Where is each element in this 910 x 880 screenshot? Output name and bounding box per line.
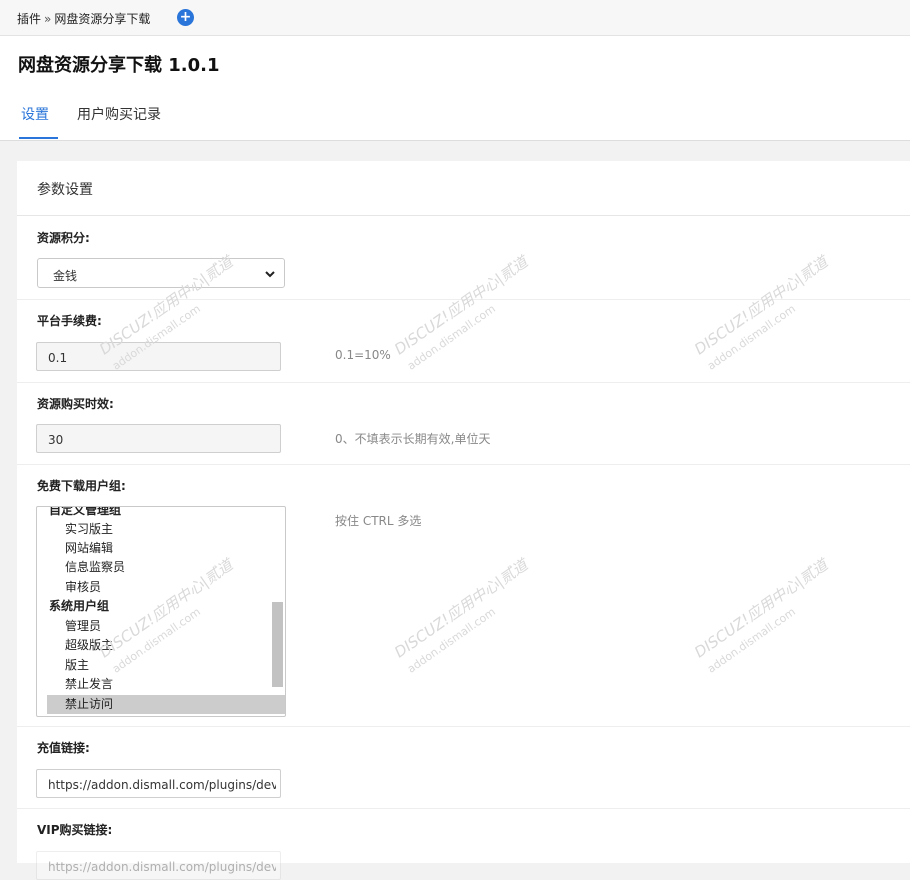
option-item-selected[interactable]: 禁止访问 <box>47 695 285 714</box>
active-tab-indicator <box>19 137 58 139</box>
option-item[interactable]: 审核员 <box>37 578 285 597</box>
panel-title: 参数设置 <box>37 182 93 198</box>
vip-link-label: VIP购买链接: <box>37 823 113 837</box>
option-item[interactable]: 超级版主 <box>37 636 285 655</box>
recharge-link-input[interactable]: https://addon.dismall.com/plugins/dev <box>36 769 281 798</box>
option-item[interactable]: 网站编辑 <box>37 539 285 558</box>
platform-fee-value: 0.1 <box>48 351 68 365</box>
purchase-validity-label: 资源购买时效: <box>37 397 114 411</box>
tab-settings[interactable]: 设置 <box>21 104 49 124</box>
option-item[interactable]: 信息监察员 <box>37 558 285 577</box>
row-divider <box>17 299 910 300</box>
settings-panel: 参数设置 资源积分: 金钱 平台手续费: 0.1 0.1=10% 资源购买时效:… <box>17 161 910 880</box>
page-title: 网盘资源分享下载 1.0.1 <box>18 55 220 76</box>
tab-purchase-records[interactable]: 用户购买记录 <box>77 104 161 124</box>
breadcrumb-separator: » <box>44 12 52 26</box>
breadcrumb-current: 网盘资源分享下载 <box>54 12 151 26</box>
chevron-down-icon <box>265 271 275 278</box>
user-group-multiselect[interactable]: 自定义管理组 实习版主 网站编辑 信息监察员 审核员 系统用户组 管理员 超级版… <box>36 506 286 717</box>
option-group: 自定义管理组 <box>49 506 122 517</box>
page-header: 网盘资源分享下载 1.0.1 设置 用户购买记录 <box>0 36 910 141</box>
resource-points-label: 资源积分: <box>37 231 90 245</box>
vip-link-value: https://addon.dismall.com/plugins/dev <box>48 860 276 874</box>
row-divider <box>17 382 910 383</box>
option-item[interactable]: 禁止发言 <box>37 675 285 694</box>
platform-fee-label: 平台手续费: <box>37 314 102 328</box>
purchase-validity-value: 30 <box>48 433 64 447</box>
option-item[interactable]: 版主 <box>37 656 285 675</box>
vip-link-input[interactable]: https://addon.dismall.com/plugins/dev <box>36 851 281 880</box>
option-item[interactable]: 实习版主 <box>37 520 285 539</box>
free-groups-label: 免费下载用户组: <box>37 479 126 493</box>
purchase-validity-input[interactable]: 30 <box>36 424 281 453</box>
option-item[interactable]: 管理员 <box>37 617 285 636</box>
breadcrumb-root[interactable]: 插件 <box>17 12 41 26</box>
option-group: 系统用户组 <box>49 599 110 613</box>
top-bar: 插件» 网盘资源分享下载 + <box>0 0 910 36</box>
free-groups-hint: 按住 CTRL 多选 <box>335 514 422 528</box>
row-divider <box>17 464 910 465</box>
row-divider <box>17 808 910 809</box>
resource-points-select[interactable]: 金钱 <box>37 258 285 288</box>
panel-header: 参数设置 <box>17 161 910 216</box>
platform-fee-input[interactable]: 0.1 <box>36 342 281 371</box>
add-plus-icon[interactable]: + <box>177 9 194 26</box>
recharge-link-label: 充值链接: <box>37 741 90 755</box>
row-divider <box>17 726 910 727</box>
listbox-scrollbar[interactable] <box>272 602 283 687</box>
resource-points-value: 金钱 <box>53 269 78 283</box>
platform-fee-hint: 0.1=10% <box>335 348 391 362</box>
recharge-link-value: https://addon.dismall.com/plugins/dev <box>48 778 276 792</box>
purchase-validity-hint: 0、不填表示长期有效,单位天 <box>335 432 491 446</box>
breadcrumb: 插件» 网盘资源分享下载 <box>17 10 150 27</box>
